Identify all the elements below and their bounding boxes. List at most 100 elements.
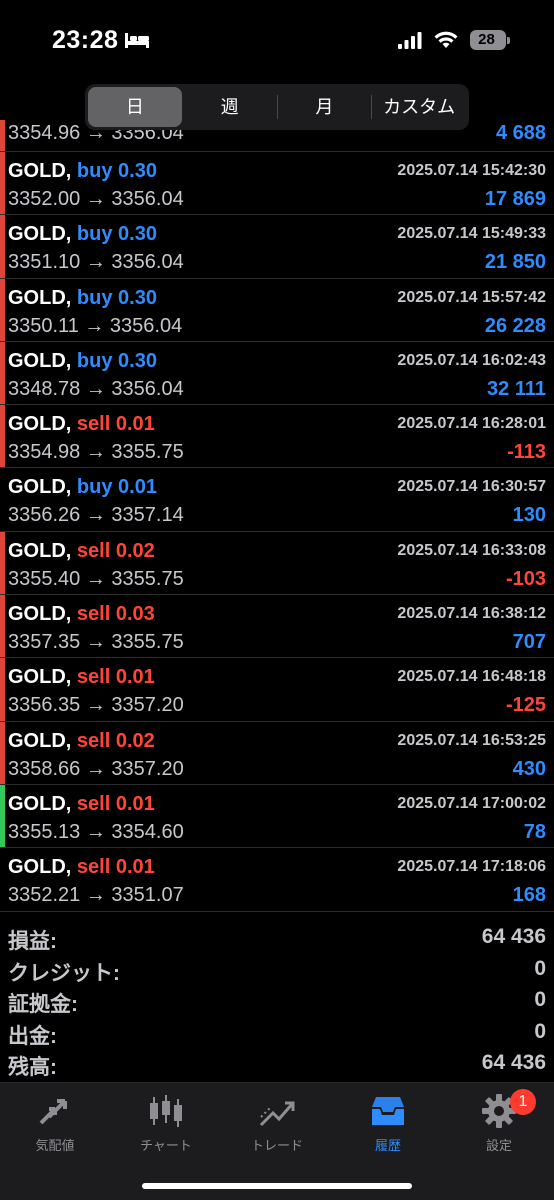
tab-chart[interactable]: チャート xyxy=(111,1093,221,1159)
summary-value: 0 xyxy=(534,988,546,1011)
status-time: 23:28 xyxy=(52,26,119,54)
trade-prices: 3350.11 → 3356.04 xyxy=(8,314,183,337)
trade-profit: 4 688 xyxy=(495,122,546,144)
trade-title: GOLD, sell 0.01 xyxy=(8,793,155,816)
trade-symbol: GOLD, xyxy=(8,603,72,626)
segment-week[interactable]: 週 xyxy=(183,87,277,127)
trade-row[interactable]: GOLD, sell 0.01 2025.07.14 16:48:18 3356.3… xyxy=(0,658,554,722)
row-marker xyxy=(0,120,5,151)
battery-tip xyxy=(507,37,510,44)
account-summary: 損益: 64 436 クレジット: 0 証拠金: 0 出金: 0 残高: 64 436 xyxy=(0,922,554,1080)
trade-prices: 3351.10 → 3356.04 xyxy=(8,251,184,274)
row-marker xyxy=(0,405,5,468)
trade-title: GOLD, sell 0.02 xyxy=(8,730,155,753)
trade-title: GOLD, sell 0.01 xyxy=(8,413,155,436)
trade-row[interactable]: GOLD, buy 0.30 2025.07.14 16:02:43 3348.78… xyxy=(0,341,554,406)
trade-prices: 3356.26 → 3357.14 xyxy=(8,504,184,527)
trade-time: 2025.07.14 17:18:06 xyxy=(397,858,546,876)
trade-symbol: GOLD, xyxy=(8,666,72,689)
summary-value: 64 436 xyxy=(481,925,546,948)
trade-symbol: GOLD, xyxy=(8,349,72,372)
trade-row[interactable]: GOLD, sell 0.02 2025.07.14 16:53:25 3358.6… xyxy=(0,721,554,785)
row-marker xyxy=(0,848,5,910)
trade-row[interactable]: GOLD, sell 0.03 2025.07.14 16:38:12 3357.3… xyxy=(0,595,554,659)
battery-level: 28 xyxy=(478,31,495,48)
trade-profit: 168 xyxy=(512,884,546,907)
trade-time: 2025.07.14 15:57:42 xyxy=(397,288,546,306)
summary-value: 64 436 xyxy=(481,1051,546,1074)
sleep-bed-icon xyxy=(125,33,149,48)
battery-indicator: 28 xyxy=(470,30,510,50)
trade-profit: 430 xyxy=(512,757,546,780)
trade-symbol: GOLD, xyxy=(8,729,72,752)
trade-time: 2025.07.14 16:33:08 xyxy=(397,541,546,559)
trade-profit: -113 xyxy=(507,441,546,464)
trade-row[interactable]: GOLD, buy 0.30 2025.07.14 15:57:42 3350.11… xyxy=(0,278,554,342)
trade-prices: 3355.40 → 3355.75 xyxy=(8,567,184,590)
summary-row: 証拠金: 0 xyxy=(0,985,554,1017)
trade-profit: 32 111 xyxy=(487,377,546,400)
summary-label: 残高: xyxy=(8,1056,57,1079)
summary-row: クレジット: 0 xyxy=(0,954,554,986)
trade-side: sell 0.02 xyxy=(76,729,155,752)
trade-row[interactable]: GOLD, sell 0.01 2025.07.14 17:18:06 3352.2… xyxy=(0,848,554,912)
trade-profit: 130 xyxy=(512,504,546,527)
trade-side: buy 0.30 xyxy=(76,223,157,246)
trade-title: GOLD, sell 0.01 xyxy=(8,666,155,689)
trade-side: sell 0.03 xyxy=(76,603,155,626)
trade-prices: 3352.00 → 3356.04 xyxy=(8,188,184,210)
trade-chart-icon xyxy=(259,1101,295,1127)
row-marker xyxy=(0,721,5,784)
trade-side: buy 0.30 xyxy=(76,286,157,309)
tab-label: 履歴 xyxy=(374,1138,401,1153)
segment-custom[interactable]: カスタム xyxy=(372,87,466,127)
trade-row[interactable]: GOLD, buy 0.01 2025.07.14 16:30:57 3356.26… xyxy=(0,468,554,532)
summary-value: 0 xyxy=(534,956,546,980)
trade-side: buy 0.30 xyxy=(76,160,157,182)
trade-row[interactable]: GOLD, sell 0.01 2025.07.14 16:28:01 3354.9… xyxy=(0,405,554,469)
segment-month[interactable]: 月 xyxy=(278,87,372,127)
trade-row[interactable]: GOLD, sell 0.02 2025.07.14 16:33:08 3355.4… xyxy=(0,531,554,596)
trade-history-list[interactable]: 3354.96 → 3356.04 4 688 GOLD, buy 0.30 20… xyxy=(0,120,554,912)
tab-history[interactable]: 履歴 xyxy=(333,1093,443,1159)
app-root: 23:28 28 日 週 月 カスタム 3354.96 → 3356.04 4 … xyxy=(0,0,554,1200)
trade-profit: 17 869 xyxy=(484,188,546,210)
tab-trade[interactable]: トレード xyxy=(222,1093,332,1159)
trade-title: GOLD, buy 0.30 xyxy=(8,350,157,373)
trade-row[interactable]: GOLD, sell 0.01 2025.07.14 17:00:02 3355.1… xyxy=(0,784,554,849)
trade-profit: 78 xyxy=(523,820,546,843)
trade-row[interactable]: GOLD, buy 0.30 2025.07.14 15:49:33 3351.10… xyxy=(0,215,554,279)
trade-time: 2025.07.14 16:30:57 xyxy=(397,478,546,496)
trade-symbol: GOLD, xyxy=(8,160,72,182)
trade-side: sell 0.02 xyxy=(76,539,155,562)
trade-title: GOLD, sell 0.02 xyxy=(8,540,155,563)
summary-label: 損益: xyxy=(8,930,57,953)
row-marker xyxy=(0,784,5,848)
trade-symbol: GOLD, xyxy=(8,413,72,436)
summary-row: 損益: 64 436 xyxy=(0,922,554,954)
trade-prices: 3358.66 → 3357.20 xyxy=(8,757,184,780)
tab-settings[interactable]: 設定 1 xyxy=(444,1089,554,1159)
trade-profit: 707 xyxy=(512,631,546,654)
quotes-arrows-icon xyxy=(39,1099,67,1125)
trade-side: sell 0.01 xyxy=(76,792,155,815)
trade-symbol: GOLD, xyxy=(8,856,72,879)
wifi-icon xyxy=(434,31,458,48)
history-tray-icon xyxy=(372,1097,404,1125)
tab-quotes[interactable]: 気配値 xyxy=(0,1093,110,1159)
trade-time: 2025.07.14 16:28:01 xyxy=(397,415,546,433)
segment-day[interactable]: 日 xyxy=(88,87,182,127)
trade-symbol: GOLD, xyxy=(8,792,72,815)
trade-title: GOLD, buy 0.01 xyxy=(8,476,157,499)
trade-time: 2025.07.14 15:42:30 xyxy=(397,162,546,179)
trade-row[interactable]: GOLD, buy 0.30 2025.07.14 15:42:30 3352.00… xyxy=(0,152,554,216)
trade-time: 2025.07.14 16:38:12 xyxy=(397,605,546,623)
trade-profit: -103 xyxy=(505,567,546,590)
settings-badge: 1 xyxy=(510,1089,536,1115)
period-segmented-control: 日 週 月 カスタム xyxy=(85,84,469,130)
trade-profit: -125 xyxy=(505,694,546,717)
tab-label: チャート xyxy=(140,1138,192,1153)
trade-side: sell 0.01 xyxy=(76,413,155,436)
trade-symbol: GOLD, xyxy=(8,476,72,499)
trade-side: buy 0.01 xyxy=(76,476,157,499)
